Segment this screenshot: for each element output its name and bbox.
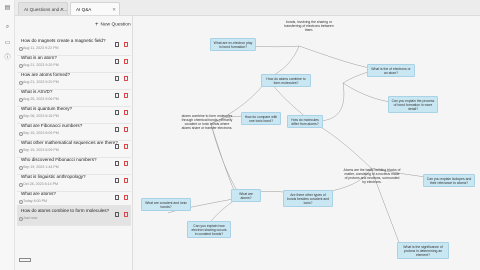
map-edge [210,123,239,199]
info-icon[interactable]: ⓘ [4,55,11,62]
map-node-question[interactable]: Can you explain the process of bond form… [388,96,438,114]
copy-icon[interactable] [115,127,119,132]
question-date: Aug 11, 2023 9:22 PM [19,46,59,52]
question-title: How do magnets create a magnetic field? [21,38,106,43]
copy-icon[interactable] [115,76,119,81]
trash-icon[interactable] [124,195,128,200]
map-edge [210,123,239,193]
new-question-button[interactable]: + New Question [95,22,131,28]
trash-icon[interactable] [124,59,128,64]
question-date: Sep 15, 2023 6:09 PM [19,148,59,154]
question-date: Aug 21, 2023 9:20 PM [19,80,59,86]
map-node-question[interactable]: What is the of electrons or an atom? [367,64,415,78]
tab-ai-questions[interactable]: AI Questions and A... ✕ [18,2,68,15]
trash-icon[interactable] [124,161,128,166]
copy-icon[interactable] [115,42,119,47]
map-node-question[interactable]: How do molecules differ from atoms? [287,115,323,129]
question-title: What are atoms? [21,191,56,196]
question-title: What is an atom? [21,55,57,60]
map-edges [167,43,444,249]
close-icon[interactable]: ✕ [112,3,116,15]
search-icon[interactable]: ⌕ [4,24,11,31]
map-node-question[interactable]: How do compare with one ionic bond? [241,112,281,126]
question-item-selected[interactable]: How do atoms combine to form molecules? … [17,205,131,226]
trash-icon[interactable] [124,42,128,47]
panel-toggle-icon[interactable] [19,258,31,262]
copy-icon[interactable] [115,212,119,217]
trash-icon[interactable] [124,212,128,217]
question-date: Just now [18,216,38,222]
question-title: What is ASVD? [21,89,53,94]
question-title: Who discovered Fibonacci numbers? [21,157,97,162]
question-title: How are atoms formed? [21,72,71,77]
map-node-question[interactable]: Can you explain how electron sharing occ… [187,221,231,239]
map-node-answer[interactable]: bonds, involving the sharing or transfer… [279,18,339,33]
question-date: Sep 06, 2023 6:16 PM [19,114,59,120]
copy-icon[interactable] [115,59,119,64]
trash-icon[interactable] [124,144,128,149]
tab-ai-qa[interactable]: AI Q&A ✕ [70,2,120,15]
new-question-label: New Question [100,22,131,28]
question-date: Sep 15, 2023 6:09 PM [19,131,59,137]
question-date: Oct 28, 2023 6:14 PM [19,182,58,188]
map-node-question[interactable]: How do atoms combine to form molecules? [261,74,311,88]
map-node-question[interactable]: What are ex-electron play in bond format… [210,38,256,52]
question-title: What are Fibonacci numbers? [21,123,83,128]
map-node-question[interactable]: Can you explain isotopes and their relev… [423,174,475,188]
map-node-answer[interactable]: atoms combine to form molecules through … [178,112,236,131]
trash-icon[interactable] [124,127,128,132]
map-node-question[interactable]: What are atoms? [231,189,261,203]
question-date: Aug 21, 2023 9:20 PM [19,63,59,69]
question-title: How do atoms combine to form molecules? [21,208,110,213]
copy-icon[interactable] [115,110,119,115]
map-node-question[interactable]: What are covalent and ionic bonds? [141,198,191,212]
mind-map-canvas[interactable]: bonds, involving the sharing or transfer… [133,16,480,270]
folder-icon[interactable]: ▭ [4,40,11,47]
document-icon[interactable]: ▤ [4,5,11,12]
copy-icon[interactable] [115,178,119,183]
trash-icon[interactable] [124,76,128,81]
question-list-panel: + New Question How do magnets create a ma… [15,16,133,270]
app-window: ▤ ⌕ ▭ ⓘ AI Questions and A... ✕ AI Q&A ✕… [0,0,480,270]
copy-icon[interactable] [115,161,119,166]
trash-icon[interactable] [124,93,128,98]
question-title: What is linguistic anthropology? [21,174,86,179]
question-date: Today 8:00 PM [19,199,47,205]
map-edge [298,45,377,70]
icon-rail: ▤ ⌕ ▭ ⓘ [0,0,15,270]
close-icon[interactable]: ✕ [60,3,64,15]
question-date: Aug 25, 2023 9:06 PM [19,97,59,103]
copy-icon[interactable] [115,93,119,98]
question-title: What is quantum theory? [21,106,73,111]
question-date: Sep 19, 2023 1:44 PM [19,165,59,171]
copy-icon[interactable] [115,195,119,200]
plus-icon: + [95,22,99,28]
map-node-question[interactable]: What is the significance of protons in d… [397,242,449,260]
trash-icon[interactable] [124,178,128,183]
tab-label: AI Q&A [76,7,92,12]
question-title: What other mathematical sequences are th… [21,140,118,145]
trash-icon[interactable] [124,110,128,115]
map-node-question[interactable]: Are there other types of bonds besides c… [283,190,333,208]
copy-icon[interactable] [115,144,119,149]
tab-bar: AI Questions and A... ✕ AI Q&A ✕ [15,0,480,16]
map-node-answer[interactable]: Atoms are the basic building blocks of m… [341,166,403,185]
